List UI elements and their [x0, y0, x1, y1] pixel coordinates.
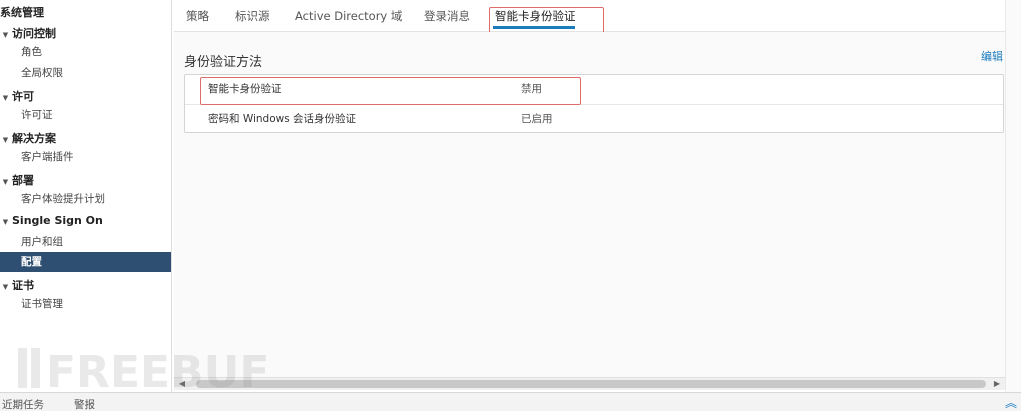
caret-down-icon: ▼ [2, 136, 9, 144]
tab-bar: 策略 标识源 Active Directory 域 登录消息 智能卡身份验证 [174, 0, 1005, 36]
scroll-left-icon[interactable]: ◀ [176, 378, 188, 390]
nav-group-label: 访问控制 [12, 27, 56, 40]
sidebar-item-client-plugins[interactable]: 客户端插件 [0, 147, 171, 167]
caret-down-icon: ▼ [2, 31, 9, 39]
sidebar-item-roles[interactable]: 角色 [0, 42, 171, 62]
caret-down-icon: ▼ [2, 218, 9, 226]
table-row[interactable]: 密码和 Windows 会话身份验证 已启用 [185, 104, 1003, 133]
nav-group-solutions[interactable]: ▼ 解决方案 [0, 130, 56, 146]
sidebar-item-configuration[interactable]: 配置 [0, 252, 171, 272]
nav-group-label: Single Sign On [12, 214, 103, 227]
nav-group-label: 许可 [12, 90, 34, 103]
auth-method-name: 智能卡身份验证 [208, 83, 282, 95]
caret-down-icon: ▼ [2, 283, 9, 291]
tab-identity-sources[interactable]: 标识源 [235, 8, 270, 24]
caret-down-icon: ▼ [2, 178, 9, 186]
main-panel: 身份验证方法 编辑 智能卡身份验证 禁用 密码和 Windows 会话身份验证 … [174, 32, 1005, 377]
tab-active-directory-domain[interactable]: Active Directory 域 [295, 8, 402, 24]
tab-recent-tasks[interactable]: 近期任务 [2, 397, 44, 411]
nav-group-label: 解决方案 [12, 132, 56, 145]
horizontal-scrollbar[interactable]: ◀ ▶ [174, 377, 1005, 390]
scroll-right-icon[interactable]: ▶ [991, 378, 1003, 390]
nav-group-access-control[interactable]: ▼ 访问控制 [0, 25, 56, 41]
bottom-bar: 近期任务 警报 ︽ [0, 392, 1021, 411]
tab-smart-card-authentication[interactable]: 智能卡身份验证 [495, 8, 576, 24]
nav-group-sso[interactable]: ▼ Single Sign On [0, 214, 103, 227]
auth-method-status: 禁用 [521, 83, 542, 95]
active-tab-underline [493, 26, 575, 29]
auth-method-status: 已启用 [521, 113, 553, 125]
nav-group-label: 部署 [12, 174, 34, 187]
nav-group-label: 证书 [12, 279, 34, 292]
section-title: 身份验证方法 [184, 55, 263, 70]
caret-down-icon: ▼ [2, 94, 9, 102]
sidebar-item-ceip[interactable]: 客户体验提升计划 [0, 189, 171, 209]
tab-policies[interactable]: 策略 [186, 8, 209, 24]
tab-login-message[interactable]: 登录消息 [424, 8, 470, 24]
nav-group-licensing[interactable]: ▼ 许可 [0, 88, 34, 104]
nav-group-certificates[interactable]: ▼ 证书 [0, 277, 34, 293]
chevron-double-up-icon[interactable]: ︽ [1005, 394, 1017, 411]
scrollbar-thumb[interactable] [196, 380, 986, 388]
sidebar-item-certificate-management[interactable]: 证书管理 [0, 294, 171, 314]
vertical-scrollbar[interactable] [1005, 0, 1021, 392]
sidebar-item-users-groups[interactable]: 用户和组 [0, 232, 171, 252]
table-row[interactable]: 智能卡身份验证 禁用 [185, 75, 1003, 104]
auth-method-name: 密码和 Windows 会话身份验证 [208, 113, 357, 125]
sidebar: 系统管理 ▼ 访问控制 角色 全局权限 ▼ 许可 许可证 ▼ 解决方案 客户端插件 ▼… [0, 0, 172, 392]
nav-group-deployment[interactable]: ▼ 部署 [0, 172, 34, 188]
sidebar-item-licenses[interactable]: 许可证 [0, 105, 171, 125]
tab-alarms[interactable]: 警报 [74, 397, 95, 411]
sidebar-section-title: 系统管理 [0, 6, 44, 19]
edit-link[interactable]: 编辑 [981, 48, 1003, 64]
sidebar-item-global-permissions[interactable]: 全局权限 [0, 63, 171, 83]
auth-methods-table: 智能卡身份验证 禁用 密码和 Windows 会话身份验证 已启用 [184, 74, 1004, 133]
